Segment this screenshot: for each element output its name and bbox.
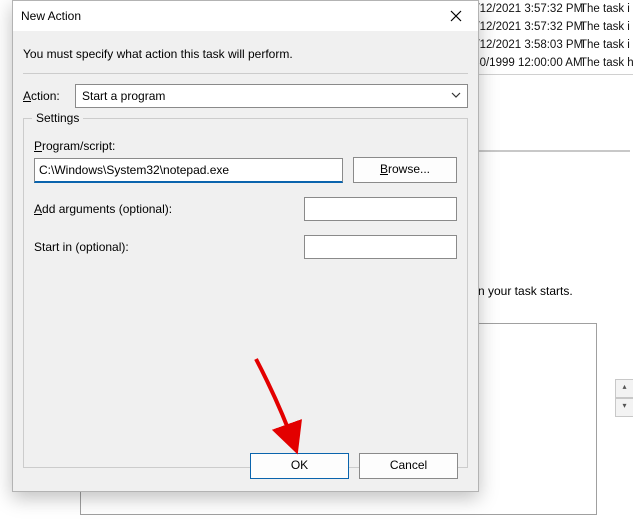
action-dropdown-value: Start a program bbox=[82, 89, 165, 103]
program-script-input[interactable]: C:\Windows\System32\notepad.exe bbox=[34, 158, 343, 183]
close-icon bbox=[450, 10, 462, 22]
background-section-divider bbox=[460, 150, 630, 152]
scroll-down-button[interactable]: ▾ bbox=[615, 398, 633, 417]
browse-button[interactable]: Browse... bbox=[353, 157, 457, 183]
program-label: Program/script: bbox=[34, 139, 457, 153]
arguments-input[interactable] bbox=[304, 197, 457, 221]
titlebar: New Action bbox=[13, 1, 478, 31]
chevron-down-icon bbox=[451, 90, 461, 100]
cancel-button[interactable]: Cancel bbox=[359, 453, 458, 479]
action-label: Action: bbox=[23, 89, 67, 103]
background-log-rows: 2/12/2021 3:57:32 PMThe task i 2/12/2021… bbox=[470, 0, 633, 72]
background-divider bbox=[470, 74, 633, 75]
table-row[interactable]: /30/1999 12:00:00 AMThe task h bbox=[470, 54, 633, 72]
new-action-dialog: New Action You must specify what action … bbox=[12, 0, 479, 492]
background-task-start-text: n your task starts. bbox=[478, 284, 573, 298]
table-row[interactable]: 2/12/2021 3:57:32 PMThe task i bbox=[470, 18, 633, 36]
dialog-title: New Action bbox=[13, 9, 81, 23]
start-in-input[interactable] bbox=[304, 235, 457, 259]
table-row[interactable]: 2/12/2021 3:58:03 PMThe task i bbox=[470, 36, 633, 54]
close-button[interactable] bbox=[434, 1, 478, 31]
settings-legend: Settings bbox=[32, 111, 83, 125]
start-in-label: Start in (optional): bbox=[34, 240, 304, 254]
arguments-label: Add arguments (optional): bbox=[34, 202, 304, 216]
scroll-up-button[interactable]: ▴ bbox=[615, 379, 633, 398]
settings-group: Settings Program/script: C:\Windows\Syst… bbox=[23, 118, 468, 468]
action-dropdown[interactable]: Start a program bbox=[75, 84, 468, 108]
ok-button[interactable]: OK bbox=[250, 453, 349, 479]
dialog-instruction: You must specify what action this task w… bbox=[13, 31, 478, 73]
table-row[interactable]: 2/12/2021 3:57:32 PMThe task i bbox=[470, 0, 633, 18]
